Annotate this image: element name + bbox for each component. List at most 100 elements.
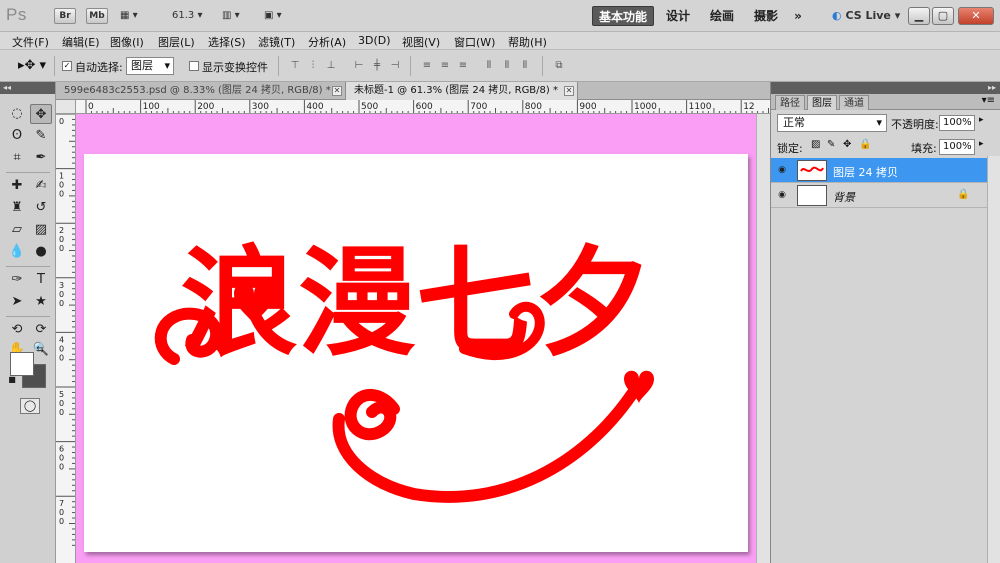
- gradient-tool-icon[interactable]: ▨: [30, 220, 52, 240]
- align-vcenter-icon[interactable]: ⫶: [306, 60, 320, 72]
- type-tool-icon[interactable]: T: [30, 270, 52, 290]
- move-tool-icon[interactable]: ✥: [30, 104, 52, 124]
- opacity-slider-icon[interactable]: ▸: [979, 115, 984, 125]
- lasso-tool-icon[interactable]: ʘ: [6, 126, 28, 146]
- ruler-label: 0: [59, 463, 64, 472]
- menu-select[interactable]: 选择(S): [208, 34, 246, 50]
- align-left-icon[interactable]: ⊢: [352, 60, 366, 72]
- workspace-design-button[interactable]: 设计: [662, 6, 694, 26]
- foreground-color-swatch[interactable]: [10, 352, 34, 376]
- tab-document-1[interactable]: 599e6483c2553.psd @ 8.33% (图层 24 拷贝, RGB…: [56, 82, 346, 100]
- auto-align-layers-icon[interactable]: ⧉: [552, 60, 566, 72]
- visibility-eye-icon[interactable]: ◉: [776, 165, 788, 175]
- marquee-tool-icon[interactable]: ◌: [6, 104, 28, 124]
- align-right-icon[interactable]: ⊣: [388, 60, 402, 72]
- tab-document-2[interactable]: 未标题-1 @ 61.3% (图层 24 拷贝, RGB/8) * ✕: [346, 82, 578, 100]
- move-tool-preset-icon[interactable]: ▸✥ ▾: [18, 58, 46, 73]
- quick-selection-tool-icon[interactable]: ✎: [30, 126, 52, 146]
- menu-3d[interactable]: 3D(D): [358, 34, 391, 47]
- path-selection-tool-icon[interactable]: ➤: [6, 292, 28, 312]
- close-icon[interactable]: ✕: [332, 86, 342, 96]
- fill-slider-icon[interactable]: ▸: [979, 139, 984, 149]
- blend-mode-dropdown[interactable]: 正常 ▾: [777, 114, 887, 132]
- ruler-origin[interactable]: [56, 100, 76, 114]
- swap-colors-icon[interactable]: ⇆: [34, 344, 46, 356]
- minimize-button[interactable]: ▁: [908, 7, 930, 25]
- workspace-photography-button[interactable]: 摄影: [750, 6, 782, 26]
- distribute-right-icon[interactable]: ⦀: [518, 60, 532, 72]
- artwork-spiral-tail: [332, 388, 638, 503]
- layers-panel-scrollbar[interactable]: [987, 156, 1000, 563]
- align-top-icon[interactable]: ⊤: [288, 60, 302, 72]
- distribute-hcenter-icon[interactable]: ⦀: [500, 60, 514, 72]
- layer-row[interactable]: ◉ 背景 🔒: [771, 183, 987, 208]
- lock-image-icon[interactable]: ✎: [827, 139, 835, 150]
- menu-window[interactable]: 窗口(W): [454, 34, 495, 50]
- distribute-top-icon[interactable]: ≡: [420, 60, 434, 72]
- eraser-tool-icon[interactable]: ▱: [6, 220, 28, 240]
- ruler-label: 300: [252, 102, 269, 112]
- clone-stamp-tool-icon[interactable]: ♜: [6, 198, 28, 218]
- custom-shape-tool-icon[interactable]: ★: [30, 292, 52, 312]
- eyedropper-tool-icon[interactable]: ✒: [30, 148, 52, 168]
- menu-help[interactable]: 帮助(H): [508, 34, 547, 50]
- artwork-layer[interactable]: 浪漫七夕: [84, 154, 748, 552]
- tab-paths[interactable]: 路径: [775, 95, 805, 110]
- close-icon[interactable]: ✕: [564, 86, 574, 96]
- cs-live-button[interactable]: ◐ CS Live ▾: [832, 8, 900, 24]
- layer-row[interactable]: ◉ 图层 24 拷贝: [771, 158, 987, 183]
- align-hcenter-icon[interactable]: ╪: [370, 60, 384, 72]
- show-transform-checkbox[interactable]: [189, 61, 199, 71]
- vertical-ruler[interactable]: 0100200300400500600700: [56, 100, 76, 563]
- lock-position-icon[interactable]: ✥: [843, 139, 851, 150]
- horizontal-ruler[interactable]: 0 100 200 300 400 500 600 700 800 900 1000 1100 12: [76, 100, 770, 114]
- menu-filter[interactable]: 滤镜(T): [258, 34, 295, 50]
- quick-mask-icon[interactable]: ◯: [20, 398, 40, 414]
- canvas-vertical-scrollbar[interactable]: [756, 114, 770, 563]
- menu-analysis[interactable]: 分析(A): [308, 34, 346, 50]
- spot-healing-tool-icon[interactable]: ✚: [6, 176, 28, 196]
- workspace-painting-button[interactable]: 绘画: [706, 6, 738, 26]
- distribute-left-icon[interactable]: ⦀: [482, 60, 496, 72]
- crop-tool-icon[interactable]: ⌗: [6, 148, 28, 168]
- tab-layers[interactable]: 图层: [807, 95, 837, 110]
- document-canvas[interactable]: 浪漫七夕: [84, 154, 748, 552]
- maximize-button[interactable]: ▢: [932, 7, 954, 25]
- mini-bridge-button[interactable]: Mb: [86, 8, 108, 24]
- 3d-rotate-tool-icon[interactable]: ⟲: [6, 320, 28, 340]
- blur-tool-icon[interactable]: 💧: [6, 242, 28, 262]
- more-workspaces-button[interactable]: »: [790, 6, 806, 26]
- pen-tool-icon[interactable]: ✑: [6, 270, 28, 290]
- visibility-eye-icon[interactable]: ◉: [776, 190, 788, 200]
- auto-select-checkbox[interactable]: ✓: [62, 61, 72, 71]
- brush-tool-icon[interactable]: ✍: [30, 176, 52, 196]
- tools-panel-collapse[interactable]: ◂◂: [0, 82, 55, 94]
- menu-image[interactable]: 图像(I): [110, 34, 144, 50]
- fill-field[interactable]: 100%: [939, 139, 975, 155]
- opacity-field[interactable]: 100%: [939, 115, 975, 131]
- align-bottom-icon[interactable]: ⊥: [324, 60, 338, 72]
- zoom-level-dropdown[interactable]: 61.3 ▾: [172, 8, 202, 24]
- bridge-button[interactable]: Br: [54, 8, 76, 24]
- auto-select-target-dropdown[interactable]: 图层 ▾: [126, 57, 174, 75]
- lock-transparent-icon[interactable]: ▨: [811, 139, 820, 150]
- menu-layer[interactable]: 图层(L): [158, 34, 195, 50]
- panel-collapse-button[interactable]: ▸▸: [771, 82, 1000, 94]
- dodge-tool-icon[interactable]: ●: [30, 242, 52, 262]
- distribute-vcenter-icon[interactable]: ≡: [438, 60, 452, 72]
- view-extras-dropdown[interactable]: ▦ ▾: [120, 8, 138, 24]
- workspace-essentials-button[interactable]: 基本功能: [592, 6, 654, 26]
- history-brush-tool-icon[interactable]: ↺: [30, 198, 52, 218]
- distribute-bottom-icon[interactable]: ≡: [456, 60, 470, 72]
- lock-all-icon[interactable]: 🔒: [859, 139, 871, 150]
- close-window-button[interactable]: ✕: [958, 7, 994, 25]
- tab-channels[interactable]: 通道: [839, 95, 869, 110]
- menu-edit[interactable]: 编辑(E): [62, 34, 100, 50]
- menu-file[interactable]: 文件(F): [12, 34, 49, 50]
- canvas-workspace[interactable]: 浪漫七夕: [76, 114, 756, 563]
- 3d-orbit-tool-icon[interactable]: ⟳: [30, 320, 52, 340]
- screen-mode-dropdown[interactable]: ▣ ▾: [264, 8, 282, 24]
- menu-view[interactable]: 视图(V): [402, 34, 440, 50]
- panel-menu-icon[interactable]: ▾≡: [982, 95, 995, 106]
- arrange-documents-dropdown[interactable]: ▥ ▾: [222, 8, 240, 24]
